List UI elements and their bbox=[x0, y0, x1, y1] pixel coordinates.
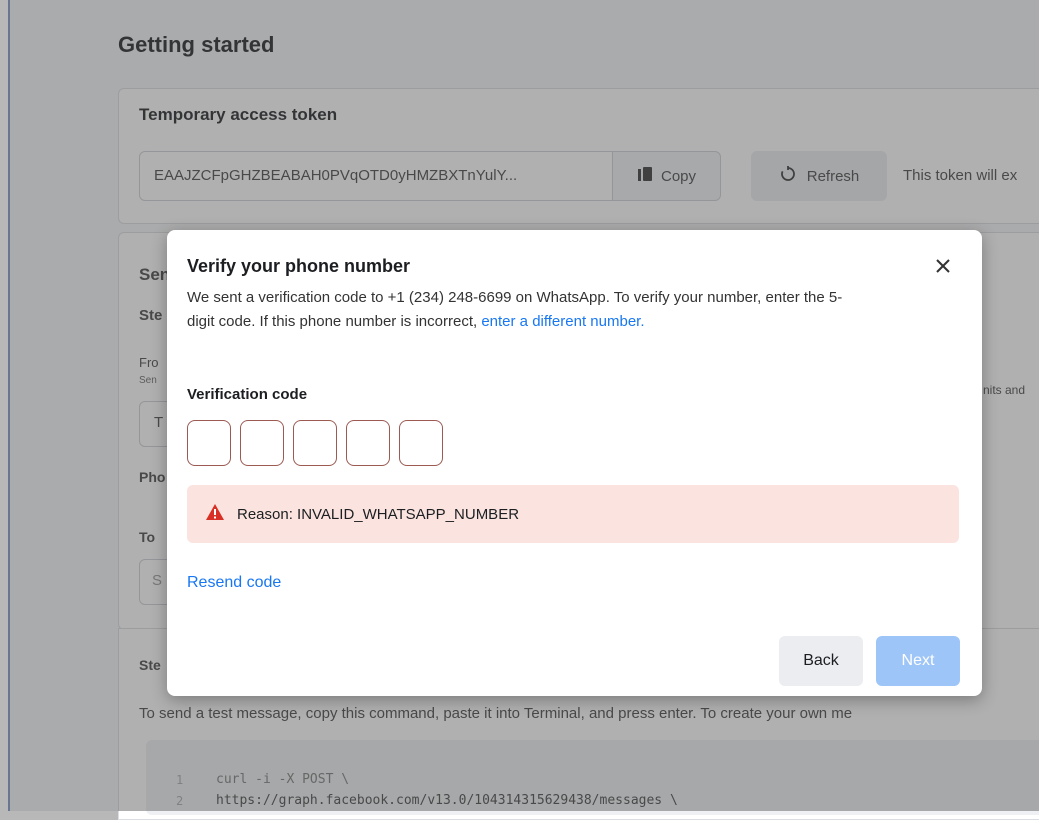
verify-phone-dialog: Verify your phone number We sent a verif… bbox=[167, 230, 982, 696]
back-button[interactable]: Back bbox=[779, 636, 863, 686]
code-digit-input[interactable] bbox=[240, 420, 284, 466]
enter-different-number-link[interactable]: enter a different number. bbox=[481, 313, 644, 330]
dialog-description: We sent a verification code to +1 (234) … bbox=[187, 286, 867, 334]
code-digit-input[interactable] bbox=[399, 420, 443, 466]
warning-icon bbox=[205, 503, 225, 526]
code-digit-input[interactable] bbox=[293, 420, 337, 466]
resend-code-link[interactable]: Resend code bbox=[187, 574, 281, 592]
next-button[interactable]: Next bbox=[876, 636, 960, 686]
error-text: Reason: INVALID_WHATSAPP_NUMBER bbox=[237, 505, 520, 523]
code-digit-input[interactable] bbox=[346, 420, 390, 466]
dialog-title: Verify your phone number bbox=[187, 256, 411, 276]
error-banner: Reason: INVALID_WHATSAPP_NUMBER bbox=[187, 485, 959, 543]
verification-code-inputs bbox=[187, 420, 443, 466]
code-digit-input[interactable] bbox=[187, 420, 231, 466]
close-icon[interactable] bbox=[929, 252, 957, 280]
verification-code-label: Verification code bbox=[187, 386, 308, 403]
